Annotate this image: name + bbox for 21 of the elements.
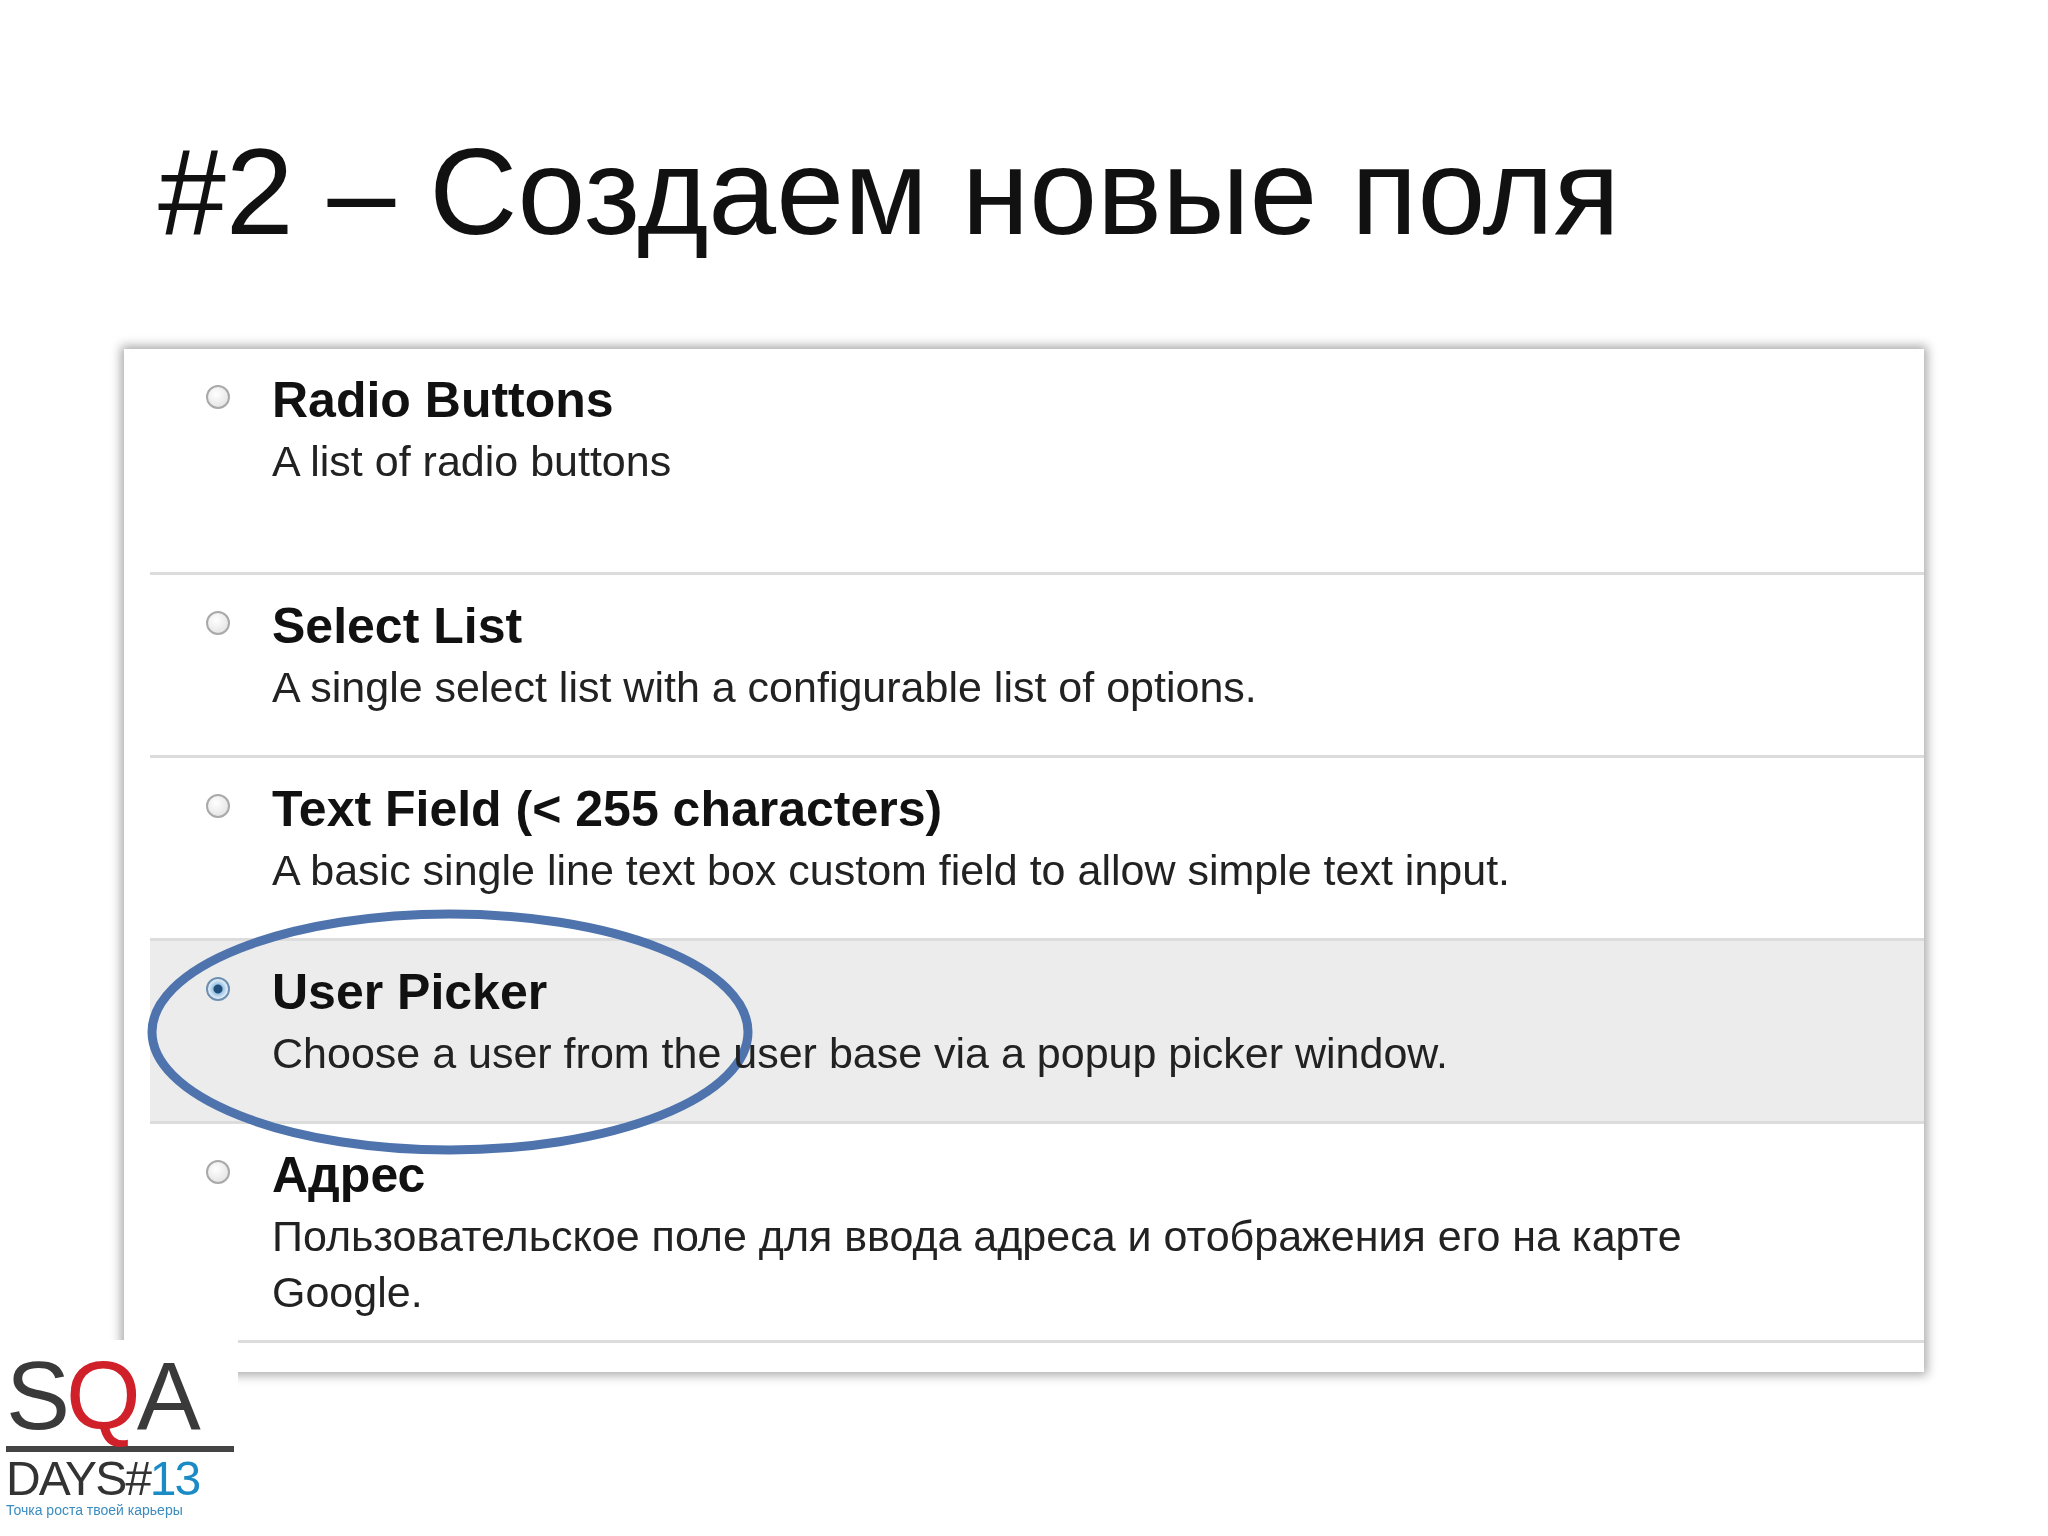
field-type-name: Select List <box>272 597 524 655</box>
field-type-name: User Picker <box>272 963 549 1021</box>
field-type-name: Адрес <box>272 1146 427 1204</box>
field-type-description: A list of radio buttons <box>272 436 672 487</box>
logo-edition: DAYS#13 <box>6 1456 200 1502</box>
field-type-description: A single select list with a configurable list of options. <box>272 662 1257 713</box>
field-type-name: Radio Buttons <box>272 371 615 429</box>
logo-tagline: Точка роста твоей карьеры <box>6 1502 184 1519</box>
field-type-description: Пользовательское поле для ввода адреса и отображения его на карте Google. <box>272 1211 1683 1318</box>
radio-button[interactable] <box>206 611 230 635</box>
field-type-name: Text Field (< 255 characters) <box>272 780 944 838</box>
radio-button[interactable] <box>206 1160 230 1184</box>
radio-button[interactable] <box>206 385 230 409</box>
field-type-option[interactable]: Radio Buttons A list of radio buttons <box>150 349 1924 575</box>
slide-title: #2 – Создаем новые поля <box>157 123 1620 262</box>
radio-button[interactable] <box>206 794 230 818</box>
radio-button[interactable] <box>206 977 230 1001</box>
logo-wordmark: SQA <box>6 1346 197 1446</box>
field-type-option[interactable]: Адрес Пользовательское поле для ввода адреса и отображения его на карте Google. <box>150 1124 1924 1343</box>
field-type-description: A basic single line text box custom field to allow simple text input. <box>272 845 1511 896</box>
field-type-option[interactable]: Select List A single select list with a configurable list of options. <box>150 575 1924 758</box>
